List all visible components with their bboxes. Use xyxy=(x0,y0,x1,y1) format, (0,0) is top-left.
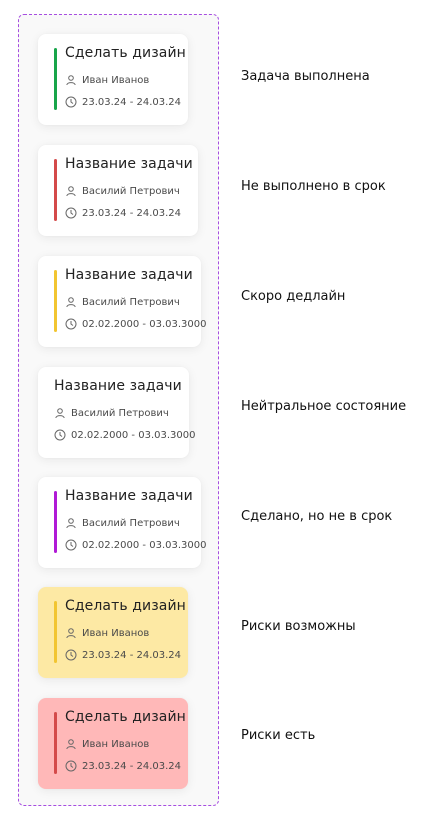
task-title: Название задачи xyxy=(65,267,193,283)
state-label: Риски возможны xyxy=(241,619,356,634)
status-bar xyxy=(54,601,57,663)
user-icon xyxy=(66,628,76,639)
state-label: Сделано, но не в срок xyxy=(241,509,393,524)
task-assignee: Иван Иванов xyxy=(82,74,150,86)
task-dates: 02.02.2000 - 03.03.3000 xyxy=(82,318,207,330)
state-label: Не выполнено в срок xyxy=(241,179,386,194)
clock-icon xyxy=(65,207,77,219)
status-bar xyxy=(54,48,57,110)
user-icon xyxy=(66,186,76,197)
status-bar xyxy=(54,491,57,553)
status-bar xyxy=(54,159,57,221)
user-icon xyxy=(66,75,76,86)
clock-icon xyxy=(65,318,77,330)
state-label: Задача выполнена xyxy=(241,69,370,84)
task-card[interactable]: Название задачи Василий Петрович 02.02.2… xyxy=(38,477,206,568)
task-title: Сделать дизайн xyxy=(65,709,186,725)
state-label: Нейтральное состояние xyxy=(241,399,407,414)
user-icon xyxy=(66,297,76,308)
task-assignee: Иван Иванов xyxy=(82,627,150,639)
task-card[interactable]: Название задачи Василий Петрович 02.02.2… xyxy=(38,256,206,347)
user-icon xyxy=(66,518,76,529)
task-dates: 23.03.24 - 24.03.24 xyxy=(82,207,182,219)
clock-icon xyxy=(54,429,66,441)
task-dates: 23.03.24 - 24.03.24 xyxy=(82,649,182,661)
clock-icon xyxy=(65,96,77,108)
task-title: Название задачи xyxy=(65,488,193,504)
task-assignee: Иван Иванов xyxy=(82,738,150,750)
state-label: Риски есть xyxy=(241,728,316,743)
task-dates: 02.02.2000 - 03.03.3000 xyxy=(71,429,196,441)
task-title: Сделать дизайн xyxy=(65,45,186,61)
state-label: Скоро дедлайн xyxy=(241,289,346,304)
task-title: Название задачи xyxy=(54,378,182,394)
task-assignee: Василий Петрович xyxy=(82,185,180,197)
task-title: Сделать дизайн xyxy=(65,598,186,614)
user-icon xyxy=(55,408,65,419)
clock-icon xyxy=(65,760,77,772)
clock-icon xyxy=(65,539,77,551)
task-assignee: Василий Петрович xyxy=(71,407,169,419)
status-bar xyxy=(54,712,57,774)
task-card[interactable]: Сделать дизайн Иван Иванов 23.03.24 - 24… xyxy=(38,34,188,125)
task-card[interactable]: Название задачи Василий Петрович 23.03.2… xyxy=(38,145,198,236)
status-bar xyxy=(54,270,57,332)
task-card[interactable]: Сделать дизайн Иван Иванов 23.03.24 - 24… xyxy=(38,698,188,789)
clock-icon xyxy=(65,649,77,661)
user-icon xyxy=(66,739,76,750)
task-dates: 23.03.24 - 24.03.24 xyxy=(82,760,182,772)
task-card[interactable]: Название задачи Василий Петрович 02.02.2… xyxy=(38,367,195,458)
task-assignee: Василий Петрович xyxy=(82,296,180,308)
task-title: Название задачи xyxy=(65,156,193,172)
task-card[interactable]: Сделать дизайн Иван Иванов 23.03.24 - 24… xyxy=(38,587,188,678)
task-dates: 23.03.24 - 24.03.24 xyxy=(82,96,182,108)
task-assignee: Василий Петрович xyxy=(82,517,180,529)
task-dates: 02.02.2000 - 03.03.3000 xyxy=(82,539,207,551)
